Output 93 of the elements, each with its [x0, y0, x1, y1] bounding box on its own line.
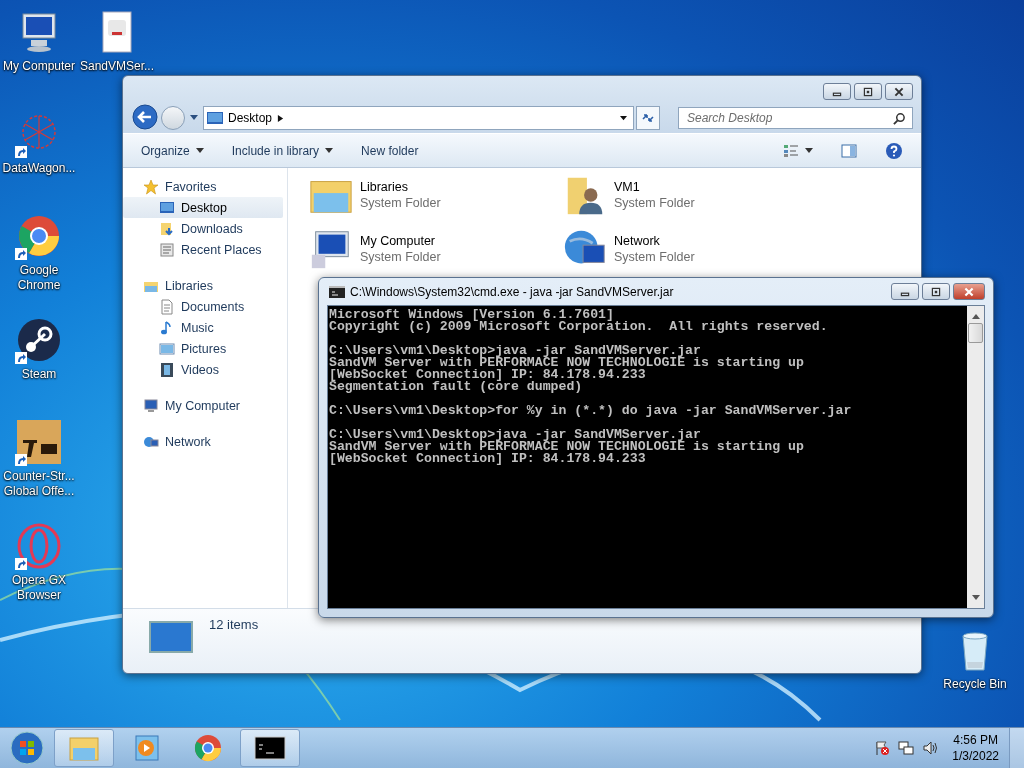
volume-icon: [922, 740, 939, 756]
desktop-icon-label: DataWagon...: [1, 161, 77, 176]
nav-icon: [159, 340, 175, 357]
folder-item[interactable]: Network System Folder: [562, 226, 695, 272]
search-field[interactable]: Search Desktop: [678, 107, 913, 129]
dropdown-caret-icon: [620, 114, 627, 122]
toolbar-button[interactable]: Include in library: [227, 140, 338, 161]
console-output: Microsoft Windows [Version 6.1.7601] Copyright (c) 2009 Microsoft Corporation. All rights reserved. C:\Users\vm1\Desktop>java -jar SandVMServer.jar SandVM Server with PERFORMACE NOW TECHNOLOGIE is starting up [WebSocket Connection] IP: 84.178.94.233 Segmentation fault (core dumped) C:\Users\vm1\Desktop>for %y in (*.*) do java -jar SandVMServer.jar C:\Users\vm1\Desktop>java -jar SandVMServer.jar SandVM Server with PERFORMACE NOW TECHNOLOGIE is starting up [WebSocket Connection] IP: 84.178.94.233: [328, 306, 853, 468]
maximize-icon: [862, 86, 874, 97]
desktop-icon-label: Steam: [20, 367, 58, 382]
refresh-icon: [641, 111, 655, 125]
view-list-icon: [783, 143, 799, 158]
navigation-item[interactable]: Music: [123, 317, 287, 338]
network-icon: [898, 740, 915, 756]
desktop-shortcut[interactable]: Steam: [0, 316, 78, 382]
refresh-button[interactable]: [636, 106, 660, 130]
back-button[interactable]: [131, 104, 159, 132]
address-bar[interactable]: Desktop: [203, 106, 634, 130]
desktop-shortcut[interactable]: Google Chrome: [0, 212, 78, 293]
clock-date: 1/3/2022: [952, 748, 999, 764]
item-name: VM1: [614, 180, 641, 194]
maximize-button[interactable]: [854, 83, 882, 100]
taskbar-button[interactable]: [240, 729, 300, 767]
navigation-item[interactable]: Favorites: [123, 176, 287, 197]
folder-item[interactable]: My Computer System Folder: [308, 226, 441, 272]
maximize-icon: [930, 286, 942, 297]
maximize-button[interactable]: [922, 283, 950, 300]
desktop-shortcut[interactable]: SandVMSer...: [78, 8, 156, 74]
close-icon: [893, 86, 905, 97]
item-name: My Computer: [360, 234, 437, 248]
item-name: Network: [614, 234, 661, 248]
action-center-flag-icon: [874, 740, 891, 756]
desktop-preview-icon: [149, 621, 193, 653]
nav-icon: [159, 361, 175, 378]
desktop-shortcut[interactable]: Recycle Bin: [936, 626, 1014, 692]
navigation-item[interactable]: Network: [123, 431, 287, 452]
item-type: System Folder: [360, 196, 441, 210]
item-type: System Folder: [360, 250, 441, 264]
app-icon: [192, 732, 224, 764]
item-name: Libraries: [360, 180, 409, 194]
desktop-icon-label: Counter-Str... Global Offe...: [2, 469, 76, 499]
app-icon: [15, 522, 63, 570]
window-title: C:\Windows\System32\cmd.exe - java -jar SandVMServer.jar: [350, 284, 674, 299]
nav-icon: [143, 178, 159, 195]
help-icon: [885, 141, 903, 160]
nav-icon: [159, 220, 175, 237]
navigation-item[interactable]: Libraries: [123, 275, 287, 296]
breadcrumb-arrow-icon: [277, 114, 285, 122]
close-icon: [963, 286, 975, 297]
scroll-up-icon: [971, 314, 980, 319]
folder-item[interactable]: VM1 System Folder: [562, 172, 695, 218]
toolbar-button[interactable]: Organize: [137, 140, 208, 161]
app-icon: [15, 316, 63, 364]
close-button[interactable]: [885, 83, 913, 100]
nav-icon: [143, 397, 159, 414]
search-icon: [893, 112, 906, 125]
start-orb-icon: [10, 731, 44, 765]
desktop-icon-label: My Computer: [2, 59, 76, 74]
navigation-item[interactable]: Documents: [123, 296, 287, 317]
item-type: System Folder: [614, 250, 695, 264]
desktop-icon: [207, 112, 223, 124]
folder-item[interactable]: Libraries System Folder: [308, 172, 441, 218]
item-count: 12 items: [209, 617, 259, 632]
caret-icon: [805, 148, 813, 153]
scroll-thumb[interactable]: [968, 323, 983, 343]
desktop-icon-label: Recycle Bin: [942, 677, 1008, 692]
clock[interactable]: 4:56 PM 1/3/2022: [952, 732, 999, 764]
item-type: System Folder: [614, 196, 695, 210]
history-caret-icon: [190, 115, 198, 121]
scroll-down-icon: [971, 595, 980, 600]
navigation-item[interactable]: Videos: [123, 359, 287, 380]
navigation-item[interactable]: Recent Places: [123, 239, 287, 260]
navigation-item[interactable]: Desktop: [123, 197, 283, 218]
nav-icon: [159, 199, 175, 216]
navigation-item[interactable]: Pictures: [123, 338, 287, 359]
clock-time: 4:56 PM: [953, 732, 998, 748]
toolbar-button[interactable]: New folder: [357, 140, 423, 161]
desktop-icon-label: Opera GX Browser: [11, 573, 67, 603]
desktop-icon-label: SandVMSer...: [78, 59, 155, 74]
nav-icon: [159, 241, 175, 258]
preview-pane-icon: [841, 143, 857, 158]
console-icon: [329, 285, 345, 298]
minimize-button[interactable]: [823, 83, 851, 100]
navigation-item[interactable]: Downloads: [123, 218, 287, 239]
close-button[interactable]: [953, 283, 985, 300]
minimize-button[interactable]: [891, 283, 919, 300]
app-icon: [15, 418, 63, 466]
desktop-shortcut[interactable]: My Computer: [0, 8, 78, 74]
desktop-shortcut[interactable]: DataWagon...: [0, 110, 78, 176]
nav-icon: [159, 298, 175, 315]
desktop-icon-label: Google Chrome: [16, 263, 62, 293]
scrollbar[interactable]: [967, 306, 984, 608]
navigation-item[interactable]: My Computer: [123, 395, 287, 416]
